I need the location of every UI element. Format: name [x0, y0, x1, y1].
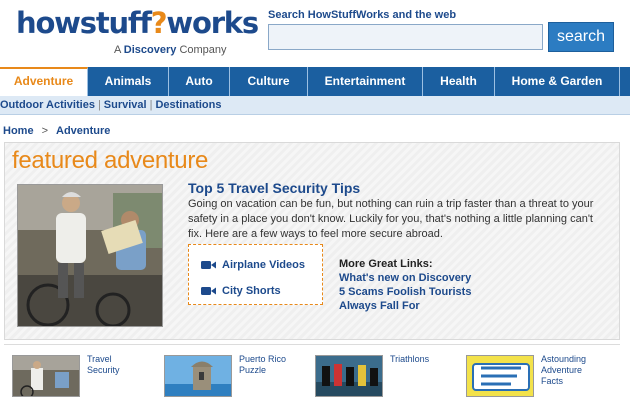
thumb-label-line: Adventure	[541, 365, 583, 375]
subnav-destinations[interactable]: Destinations	[155, 99, 221, 111]
nav-tab-entertainment[interactable]: Entertainment	[308, 67, 423, 96]
more-link-scams-cont[interactable]: Always Fall For	[339, 299, 471, 313]
site-header: howstuff?works A Discovery Company Searc…	[0, 0, 630, 66]
nav-tab-adventure[interactable]: Adventure	[0, 67, 88, 96]
thumb-label-astounding-facts[interactable]: Astounding Adventure Facts	[541, 354, 586, 387]
subnav-outdoor-activities[interactable]: Outdoor Activities	[0, 99, 95, 111]
featured-photo-image	[18, 185, 162, 326]
thumb-triathlons[interactable]	[315, 355, 383, 397]
thumb-astounding-facts[interactable]	[466, 355, 534, 397]
subnav-separator: |	[97, 99, 101, 111]
video-link-city-shorts[interactable]: City Shorts	[201, 285, 281, 297]
featured-photo[interactable]	[17, 184, 163, 327]
thumb-label-travel-security[interactable]: Travel Security	[87, 354, 120, 376]
breadcrumb-separator: >	[41, 125, 48, 137]
more-link-whats-new[interactable]: What's new on Discovery	[339, 271, 471, 285]
search-label: Search HowStuffWorks and the web	[268, 9, 457, 21]
more-great-links: More Great Links: What's new on Discover…	[339, 257, 471, 313]
featured-section-title: featured adventure	[12, 147, 209, 174]
breadcrumb-current[interactable]: Adventure	[56, 125, 110, 137]
article-title-link[interactable]: Top 5 Travel Security Tips	[188, 180, 360, 196]
thumb-label-line: Security	[87, 365, 120, 375]
breadcrumb-home[interactable]: Home	[3, 125, 34, 137]
logo-tagline: A Discovery Company	[114, 44, 227, 56]
video-camera-icon	[201, 261, 216, 269]
featured-panel: featured adventure Top 5 Travel Security…	[4, 142, 620, 340]
article-summary: Going on vacation can be fun, but nothin…	[188, 198, 594, 240]
subnav-survival[interactable]: Survival	[104, 99, 147, 111]
thumb-label-puerto-rico[interactable]: Puerto Rico Puzzle	[239, 354, 286, 376]
thumb-label-line: Triathlons	[390, 354, 430, 364]
nav-tab-animals[interactable]: Animals	[88, 67, 169, 96]
logo-tagline-brand: Discovery	[123, 44, 177, 56]
video-link-airplane[interactable]: Airplane Videos	[201, 259, 305, 271]
nav-tab-auto[interactable]: Auto	[169, 67, 230, 96]
fact-stuff-icon	[467, 356, 533, 396]
search-input[interactable]	[268, 24, 543, 50]
video-link-label: City Shorts	[222, 285, 281, 297]
logo-text-part2: works	[166, 6, 259, 40]
nav-tab-health[interactable]: Health	[423, 67, 495, 96]
thumb-label-line: Puzzle	[239, 365, 267, 375]
thumb-label-line: Facts	[541, 376, 564, 386]
thumb-triathlons-image	[316, 356, 382, 396]
site-logo[interactable]: howstuff?works A Discovery Company	[16, 6, 259, 62]
thumb-puerto-rico[interactable]	[164, 355, 232, 397]
logo-tagline-suffix: Company	[179, 44, 227, 56]
logo-text-part1: howstuff	[16, 6, 152, 40]
more-links-heading: More Great Links:	[339, 258, 433, 270]
nav-tab-culture[interactable]: Culture	[230, 67, 308, 96]
breadcrumb: Home > Adventure	[3, 125, 110, 137]
logo-question-icon: ?	[150, 6, 168, 40]
video-camera-icon	[201, 287, 216, 295]
video-links-box: Airplane Videos City Shorts	[188, 244, 323, 305]
search-button[interactable]: search	[548, 22, 614, 52]
related-strip: Travel Security Puerto Rico Puzzle Triat…	[4, 344, 620, 402]
logo-wordmark: howstuff?works	[16, 6, 259, 40]
thumb-travel-security[interactable]	[12, 355, 80, 397]
sub-nav: Outdoor Activities | Survival | Destinations	[0, 96, 630, 115]
thumb-puerto-rico-image	[165, 356, 231, 396]
thumb-label-line: Travel	[87, 354, 112, 364]
more-link-scams[interactable]: 5 Scams Foolish Tourists	[339, 285, 471, 299]
nav-overflow	[620, 67, 630, 96]
thumb-label-triathlons[interactable]: Triathlons	[390, 354, 429, 365]
logo-tagline-prefix: A	[114, 44, 121, 56]
main-nav: Adventure Animals Auto Culture Entertain…	[0, 67, 630, 96]
video-link-label: Airplane Videos	[222, 259, 305, 271]
thumb-travel-security-image	[13, 356, 79, 396]
thumb-label-line: Puerto Rico	[239, 354, 287, 364]
nav-tab-home-garden[interactable]: Home & Garden	[495, 67, 620, 96]
thumb-label-line: Astounding	[541, 354, 587, 364]
